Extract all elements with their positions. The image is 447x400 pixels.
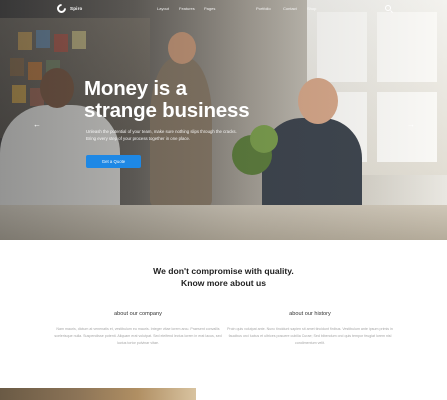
nav-link-shop[interactable]: Shop bbox=[307, 6, 316, 11]
about-company-text: Nam mauris, dictum at venenatis et, vest… bbox=[54, 327, 222, 345]
about-company-title: about our company bbox=[114, 311, 162, 317]
logo[interactable]: Spiro bbox=[55, 2, 83, 15]
nav-link-layout[interactable]: Layout bbox=[157, 6, 169, 11]
nav-link-portfolio[interactable]: Portfolio bbox=[256, 6, 271, 11]
nav-link-pages[interactable]: Pages bbox=[204, 6, 215, 11]
hero-title-line: strange business bbox=[84, 99, 250, 122]
top-navigation: Spiro Layout Features Pages Portfolio Co… bbox=[0, 0, 447, 18]
hero-description: Unleash the potential of your team, make… bbox=[86, 129, 237, 141]
logo-text: Spiro bbox=[70, 6, 83, 11]
section-heading-line: Know more about us bbox=[181, 278, 266, 288]
hero-title: Money is a strange business bbox=[84, 78, 304, 122]
nav-link-contact[interactable]: Contact bbox=[283, 6, 297, 11]
get-a-quote-button[interactable]: Get a Quote bbox=[86, 155, 141, 168]
arrow-left-icon[interactable]: ← bbox=[32, 121, 42, 129]
section-heading: We don't compromise with quality. Know m… bbox=[0, 265, 447, 289]
nav-link-features[interactable]: Features bbox=[179, 6, 195, 11]
logo-icon bbox=[55, 2, 68, 15]
about-history-title: about our history bbox=[289, 311, 331, 317]
about-history-text: Proin quis volutpat ante. Nunc tincidunt… bbox=[227, 327, 393, 345]
feature-image bbox=[0, 388, 196, 400]
section-heading-line: We don't compromise with quality. bbox=[153, 266, 294, 276]
arrow-right-icon[interactable]: → bbox=[406, 121, 416, 129]
hero-title-line: Money is a bbox=[84, 77, 187, 100]
search-icon[interactable] bbox=[385, 5, 391, 11]
